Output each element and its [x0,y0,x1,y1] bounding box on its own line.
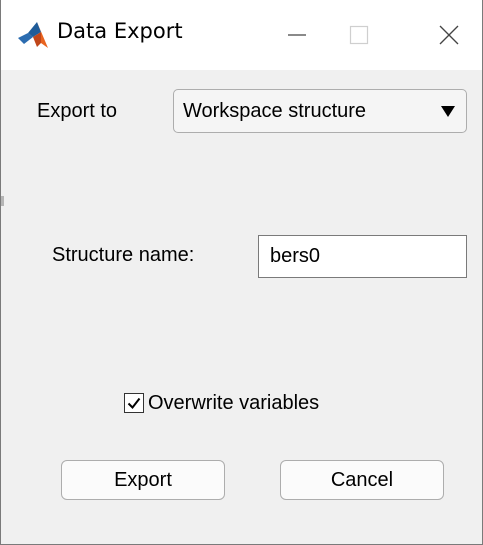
export-button[interactable]: Export [61,460,225,500]
export-to-dropdown[interactable]: Workspace structure [173,89,467,133]
dropdown-arrow-icon [441,106,455,117]
window-title: Data Export [57,19,183,43]
overwrite-variables-option[interactable]: Overwrite variables [124,388,319,418]
overwrite-variables-checkbox[interactable] [124,393,144,413]
export-to-selected-value: Workspace structure [183,100,367,122]
structure-name-input[interactable] [258,235,467,278]
overwrite-variables-label: Overwrite variables [148,391,320,414]
export-to-label: Export to [37,100,118,122]
data-export-dialog: Data Export Export to Workspace structur… [0,0,483,545]
maximize-icon [349,25,369,45]
structure-name-label: Structure name: [52,244,195,266]
minimize-button[interactable] [266,0,328,70]
window-edge-mark [1,196,4,206]
close-button[interactable] [418,0,480,70]
matlab-logo-icon [18,22,48,48]
maximize-button [328,0,390,70]
minimize-icon [288,34,306,36]
cancel-button[interactable]: Cancel [280,460,444,500]
title-bar[interactable]: Data Export [1,0,482,70]
checkmark-icon [127,397,141,410]
close-icon [439,25,459,45]
